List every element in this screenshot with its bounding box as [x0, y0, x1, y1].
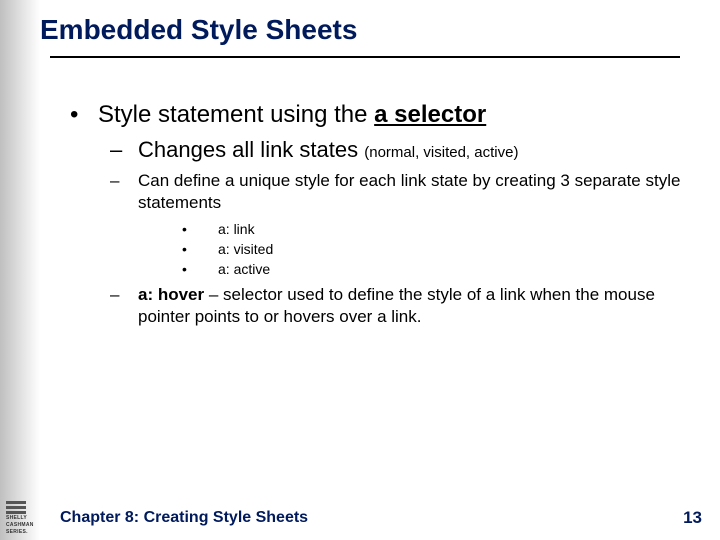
level2-block: – Changes all link states (normal, visit…: [110, 136, 690, 328]
level2-item: – Can define a unique style for each lin…: [110, 170, 690, 214]
logo-line: CASHMAN: [6, 523, 34, 528]
level2-item: – Changes all link states (normal, visit…: [110, 136, 690, 164]
bullet-dot-icon: •: [182, 241, 218, 257]
dash-icon: –: [110, 285, 138, 305]
bullet-dot-icon: •: [182, 261, 218, 277]
level3-item: • a: visited: [182, 240, 690, 258]
level1-selector: a selector: [374, 101, 486, 128]
dash-icon: –: [110, 137, 138, 163]
level2-text: Changes all link states (normal, visited…: [138, 136, 518, 164]
level3-item: • a: link: [182, 220, 690, 238]
dash-icon: –: [110, 171, 138, 191]
level2-hover-rest: – selector used to define the style of a…: [138, 285, 655, 326]
footer: SHELLY CASHMAN SERIES. Chapter 8: Creati…: [0, 496, 720, 540]
level2-main: Changes all link states: [138, 137, 364, 162]
slide-title: Embedded Style Sheets: [40, 14, 357, 46]
title-underline: [50, 56, 680, 58]
logo-line: SHELLY: [6, 516, 27, 521]
series-logo-icon: SHELLY CASHMAN SERIES.: [6, 498, 46, 538]
left-gradient-strip: [0, 0, 40, 540]
footer-chapter: Chapter 8: Creating Style Sheets: [60, 509, 683, 527]
level2-text: Can define a unique style for each link …: [138, 170, 690, 214]
level2-item: – a: hover – selector used to define the…: [110, 284, 690, 328]
level3-text: a: link: [218, 220, 255, 238]
logo-line: SERIES.: [6, 530, 28, 535]
logo-bar-icon: [6, 511, 26, 514]
level3-block: • a: link • a: visited • a: active: [182, 220, 690, 279]
level3-item: • a: active: [182, 260, 690, 278]
slide-content: • Style statement using the a selector –…: [70, 100, 690, 334]
footer-page-number: 13: [683, 508, 702, 528]
slide: Embedded Style Sheets • Style statement …: [0, 0, 720, 540]
logo-bar-icon: [6, 506, 26, 509]
level2-text: a: hover – selector used to define the s…: [138, 284, 690, 328]
level1-pre: Style statement using the: [98, 101, 374, 128]
level1-bullet: • Style statement using the a selector: [70, 100, 690, 130]
bullet-dot-icon: •: [182, 221, 218, 237]
level2-hover-bold: a: hover: [138, 285, 204, 304]
level3-text: a: visited: [218, 240, 273, 258]
level3-text: a: active: [218, 260, 270, 278]
bullet-dot-icon: •: [70, 101, 98, 129]
logo-bar-icon: [6, 501, 26, 504]
level1-text: Style statement using the a selector: [98, 100, 486, 130]
level2-paren: (normal, visited, active): [364, 144, 518, 161]
